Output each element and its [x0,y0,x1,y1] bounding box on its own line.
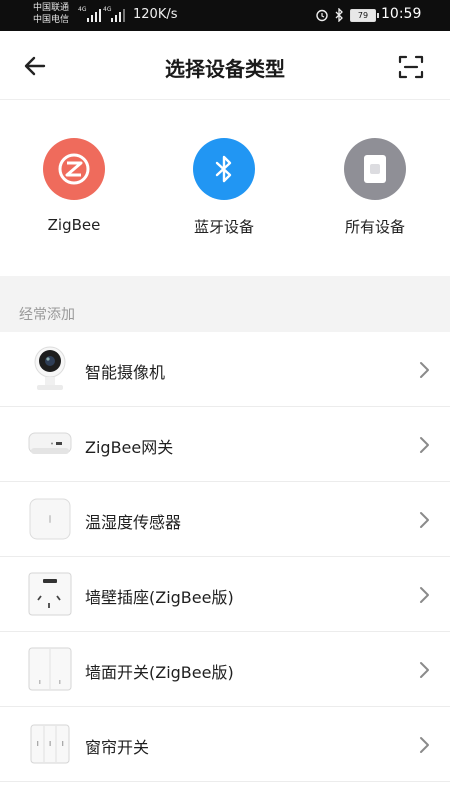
camera-icon [28,344,72,394]
signal-icon [87,9,101,22]
device-name: 智能摄像机 [85,363,166,382]
zigbee-icon [43,138,105,200]
section-header: 经常添加 [0,276,450,332]
wall-switch-icon [28,644,72,694]
clock: 10:59 [381,6,422,22]
wall-socket-icon [28,569,72,619]
list-item-gateway[interactable]: ZigBee网关 [0,407,450,482]
bluetooth-status-icon [335,8,343,22]
chevron-right-icon [420,437,429,453]
list-item-sensor[interactable]: 温湿度传感器 [0,482,450,557]
section-title: 经常添加 [19,307,75,323]
all-devices-icon [344,138,406,200]
page-title: 选择设备类型 [165,57,285,81]
device-list: 智能摄像机 ZigBee网关 温湿度传感器 墙壁插座(ZigBee版) 墙面开关… [0,332,450,782]
device-category-grid: ZigBee 蓝牙设备 所有设备 [0,100,450,276]
header: 选择设备类型 [0,31,450,100]
chevron-right-icon [420,737,429,753]
category-label: 所有设备 [344,218,405,236]
category-all-devices[interactable]: 所有设备 [315,138,435,248]
chevron-right-icon [420,587,429,603]
alarm-icon [316,9,328,22]
gateway-icon [28,419,72,469]
curtain-switch-icon [28,719,72,769]
category-label: ZigBee [47,216,101,234]
carrier-line-1: 中国联通 [33,3,70,13]
carrier-line-2: 中国电信 [33,15,70,25]
device-name: 墙壁插座(ZigBee版) [85,588,234,607]
carrier-info: 中国联通 中国电信 [33,2,69,26]
device-name: 窗帘开关 [85,738,150,757]
bluetooth-icon [193,138,255,200]
chevron-right-icon [420,512,429,528]
category-zigbee[interactable]: ZigBee [14,138,134,248]
list-item-wall-socket[interactable]: 墙壁插座(ZigBee版) [0,557,450,632]
status-bar: 中国联通 中国电信 4G 4G 120K/s 79 10:59 [0,0,450,31]
battery-level: 79 [357,11,369,20]
list-item-camera[interactable]: 智能摄像机 [0,332,450,407]
sensor-icon [28,494,72,544]
chevron-right-icon [420,362,429,378]
list-item-wall-switch[interactable]: 墙面开关(ZigBee版) [0,632,450,707]
signal-icon [111,9,125,22]
category-bluetooth[interactable]: 蓝牙设备 [164,138,284,248]
device-name: 墙面开关(ZigBee版) [85,663,234,682]
device-name: 温湿度传感器 [85,513,182,532]
chevron-right-icon [420,662,429,678]
battery-indicator: 79 [350,9,379,22]
list-item-curtain-switch[interactable]: 窗帘开关 [0,707,450,782]
network-speed: 120K/s [133,7,178,22]
scan-icon[interactable] [396,52,426,82]
category-label: 蓝牙设备 [193,218,254,236]
device-name: ZigBee网关 [85,438,174,457]
